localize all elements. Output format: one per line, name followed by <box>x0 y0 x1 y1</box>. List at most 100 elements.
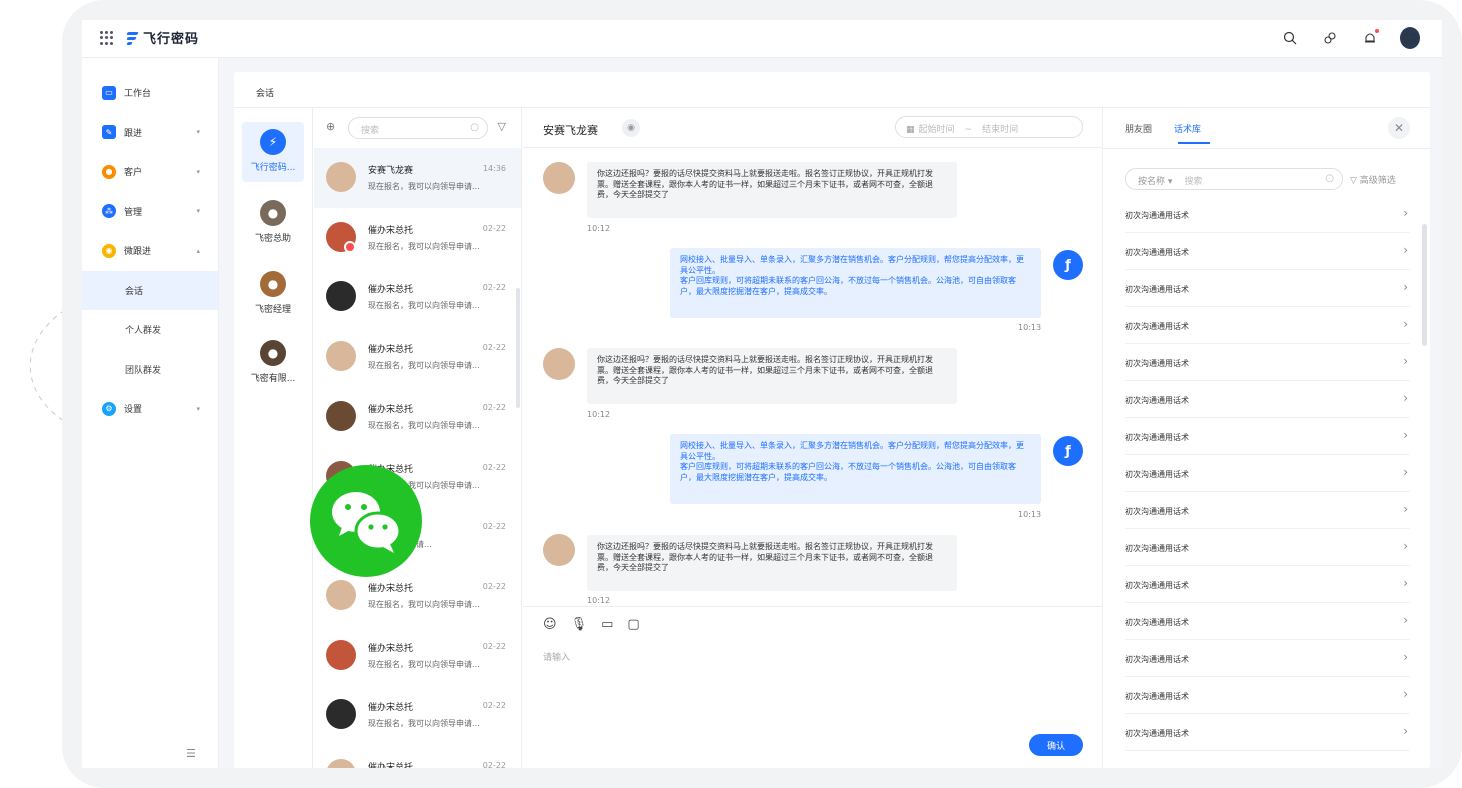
script-search-input[interactable]: 按名称 ▾ 搜索 ○ <box>1125 168 1343 190</box>
notification-dot <box>1375 29 1379 33</box>
search-input[interactable]: 搜索 ○ <box>348 117 488 139</box>
folder-icon[interactable]: ▭ <box>601 617 613 632</box>
search-placeholder: 搜索 <box>1184 177 1203 187</box>
script-item[interactable]: 初次沟通通用话术 › <box>1125 455 1410 492</box>
conversation-search: ⊕ 搜索 ○ ▽ <box>326 117 506 139</box>
script-title: 初次沟通通用话术 <box>1125 359 1189 368</box>
message-time: 10:12 <box>587 596 611 605</box>
tab-script-library[interactable]: 话术库 <box>1174 122 1201 135</box>
message-bubble: 网校接入、批量导入、单条录入，汇聚多方潜在销售机会。客户分配规则，帮您提高分配效… <box>670 248 1041 318</box>
conversation-item[interactable]: 催办宋总托 02-22 <box>314 745 521 768</box>
script-item[interactable]: 初次沟通通用话术 › <box>1125 529 1410 566</box>
sidebar-item-label: 跟进 <box>124 128 143 139</box>
collapse-sidebar-icon[interactable]: ☰ <box>186 747 196 760</box>
contact-name: 催办宋总托 <box>368 285 414 296</box>
account-item[interactable]: ● 飞密总助 <box>242 193 304 253</box>
account-item[interactable]: ● 飞密有限... <box>242 333 304 393</box>
script-item[interactable]: 初次沟通通用话术 › <box>1125 344 1410 381</box>
chevron-right-icon: › <box>1403 243 1408 257</box>
chat-icon[interactable]: ▢ <box>627 617 639 632</box>
script-item[interactable]: 初次沟通通用话术 › <box>1125 603 1410 640</box>
contact-name: 催办宋总托 <box>368 703 414 714</box>
scrollbar[interactable] <box>516 288 520 408</box>
contact-avatar <box>326 759 356 768</box>
script-library-panel: 朋友圈 话术库 ✕ 按名称 ▾ 搜索 ○ ▽ 高级筛选 初次沟通通用话术 › 初次沟通… <box>1102 108 1431 768</box>
contact-avatar <box>543 534 575 566</box>
search-icon[interactable] <box>1280 27 1300 49</box>
sidebar-item-workbench[interactable]: ▭ 工作台 <box>82 73 218 113</box>
message-time: 10:12 <box>587 410 611 419</box>
conversation-item[interactable]: 催办宋总托 02-22 现在报名，我可以向领导申请... <box>314 267 521 327</box>
script-item[interactable]: 初次沟通通用话术 › <box>1125 381 1410 418</box>
user-avatar[interactable]: ☺ <box>1400 27 1420 49</box>
message-bubble: 你这边还报吗？要报的话尽快提交资料马上就要报送走啦。报名签订正规协议，开具正规机… <box>587 348 957 404</box>
sidebar-sub-personal-broadcast[interactable]: 个人群发 <box>82 310 218 350</box>
script-title: 初次沟通通用话术 <box>1125 581 1189 590</box>
last-message: 现在报名，我可以向领导申请... <box>368 182 480 191</box>
filter-icon[interactable]: ▽ <box>498 120 506 133</box>
account-avatar: ⚡ <box>260 129 286 155</box>
conversation-item[interactable]: 催办宋总托 02-22 现在报名，我可以向领导申请... <box>314 327 521 387</box>
script-item[interactable]: 初次沟通通用话术 › <box>1125 714 1410 751</box>
chevron-down-icon: ▾ <box>196 207 200 216</box>
script-item[interactable]: 初次沟通通用话术 › <box>1125 233 1410 270</box>
chevron-down-icon: ▾ <box>196 404 200 413</box>
script-title: 初次沟通通用话术 <box>1125 285 1189 294</box>
message-time: 10:12 <box>587 224 611 233</box>
conversation-time: 02-22 <box>482 402 506 412</box>
message-bubble: 你这边还报吗？要报的话尽快提交资料马上就要报送走啦。报名签订正规协议，开具正规机… <box>587 162 957 218</box>
app-grid-icon[interactable] <box>100 31 114 45</box>
chevron-right-icon: › <box>1403 354 1408 368</box>
account-name: 飞密总助 <box>254 234 291 244</box>
script-item[interactable]: 初次沟通通用话术 › <box>1125 418 1410 455</box>
message-time: 10:13 <box>1018 323 1042 332</box>
search-placeholder: 搜索 <box>361 126 380 136</box>
scrollbar[interactable] <box>1422 224 1427 346</box>
mic-icon[interactable]: 🎙︎ <box>571 617 588 632</box>
sidebar-item-wechat-follow[interactable]: ◉ 微跟进 ▴ <box>82 231 218 271</box>
add-contact-icon[interactable]: ⊕ <box>326 120 335 133</box>
top-bar: 飞行密码 ☺ <box>82 20 1442 58</box>
sidebar-item-manage[interactable]: ⁂ 管理 ▾ <box>82 192 218 232</box>
script-item[interactable]: 初次沟通通用话术 › <box>1125 196 1410 233</box>
wechat-follow-icon: ◉ <box>102 243 116 258</box>
top-actions: ☺ <box>1280 27 1420 49</box>
conversation-item[interactable]: 催办宋总托 02-22 现在报名，我可以向领导申请... <box>314 626 521 686</box>
tab-moments[interactable]: 朋友圈 <box>1125 122 1152 135</box>
message-input[interactable]: 请输入 <box>543 650 570 663</box>
chevron-right-icon: › <box>1403 317 1408 331</box>
script-item[interactable]: 初次沟通通用话术 › <box>1125 677 1410 714</box>
script-item[interactable]: 初次沟通通用话术 › <box>1125 270 1410 307</box>
script-item[interactable]: 初次沟通通用话术 › <box>1125 640 1410 677</box>
conversation-item[interactable]: 催办宋总托 02-22 现在报名，我可以向领导申请... <box>314 208 521 268</box>
confirm-button[interactable]: 确认 <box>1029 734 1083 756</box>
advanced-filter-button[interactable]: ▽ 高级筛选 <box>1350 173 1396 186</box>
chevron-up-icon: ▴ <box>196 246 200 255</box>
link-icon[interactable] <box>1320 27 1340 49</box>
script-item[interactable]: 初次沟通通用话术 › <box>1125 492 1410 529</box>
bell-icon[interactable] <box>1360 27 1380 49</box>
chevron-right-icon: › <box>1403 280 1408 294</box>
sidebar-item-customer[interactable]: ● 客户 ▾ <box>82 152 218 192</box>
account-item[interactable]: ⚡ 飞行密码... <box>242 122 304 182</box>
search-type-select[interactable]: 按名称 ▾ <box>1138 177 1172 187</box>
divider <box>1103 148 1431 149</box>
conversation-item[interactable]: 安赛飞龙赛 14:36 现在报名，我可以向领导申请... <box>314 148 521 208</box>
sidebar-item-label: 管理 <box>124 207 143 218</box>
sidebar-item-settings[interactable]: ⚙ 设置 ▾ <box>82 389 218 429</box>
conversation-item[interactable]: 催办宋总托 02-22 现在报名，我可以向领导申请... <box>314 387 521 447</box>
close-icon[interactable]: ✕ <box>1388 117 1410 139</box>
bot-avatar: ƒ <box>1053 250 1083 280</box>
user-profile-icon[interactable]: ◉ <box>622 119 640 137</box>
date-range-picker[interactable]: ▦ 起始时间 ~ 结束时间 <box>895 116 1083 138</box>
script-item[interactable]: 初次沟通通用话术 › <box>1125 566 1410 603</box>
sidebar-item-label: 工作台 <box>124 89 152 100</box>
sidebar-sub-team-broadcast[interactable]: 团队群发 <box>82 350 218 390</box>
sidebar-sub-session[interactable]: 会话 <box>82 270 218 310</box>
contact-avatar <box>326 699 356 730</box>
script-item[interactable]: 初次沟通通用话术 › <box>1125 307 1410 344</box>
smile-icon[interactable]: ☺ <box>543 617 557 632</box>
account-item[interactable]: ● 飞密经理 <box>242 264 304 324</box>
conversation-item[interactable]: 催办宋总托 02-22 现在报名，我可以向领导申请... <box>314 685 521 745</box>
sidebar-item-followup[interactable]: ✎ 跟进 ▾ <box>82 113 218 153</box>
